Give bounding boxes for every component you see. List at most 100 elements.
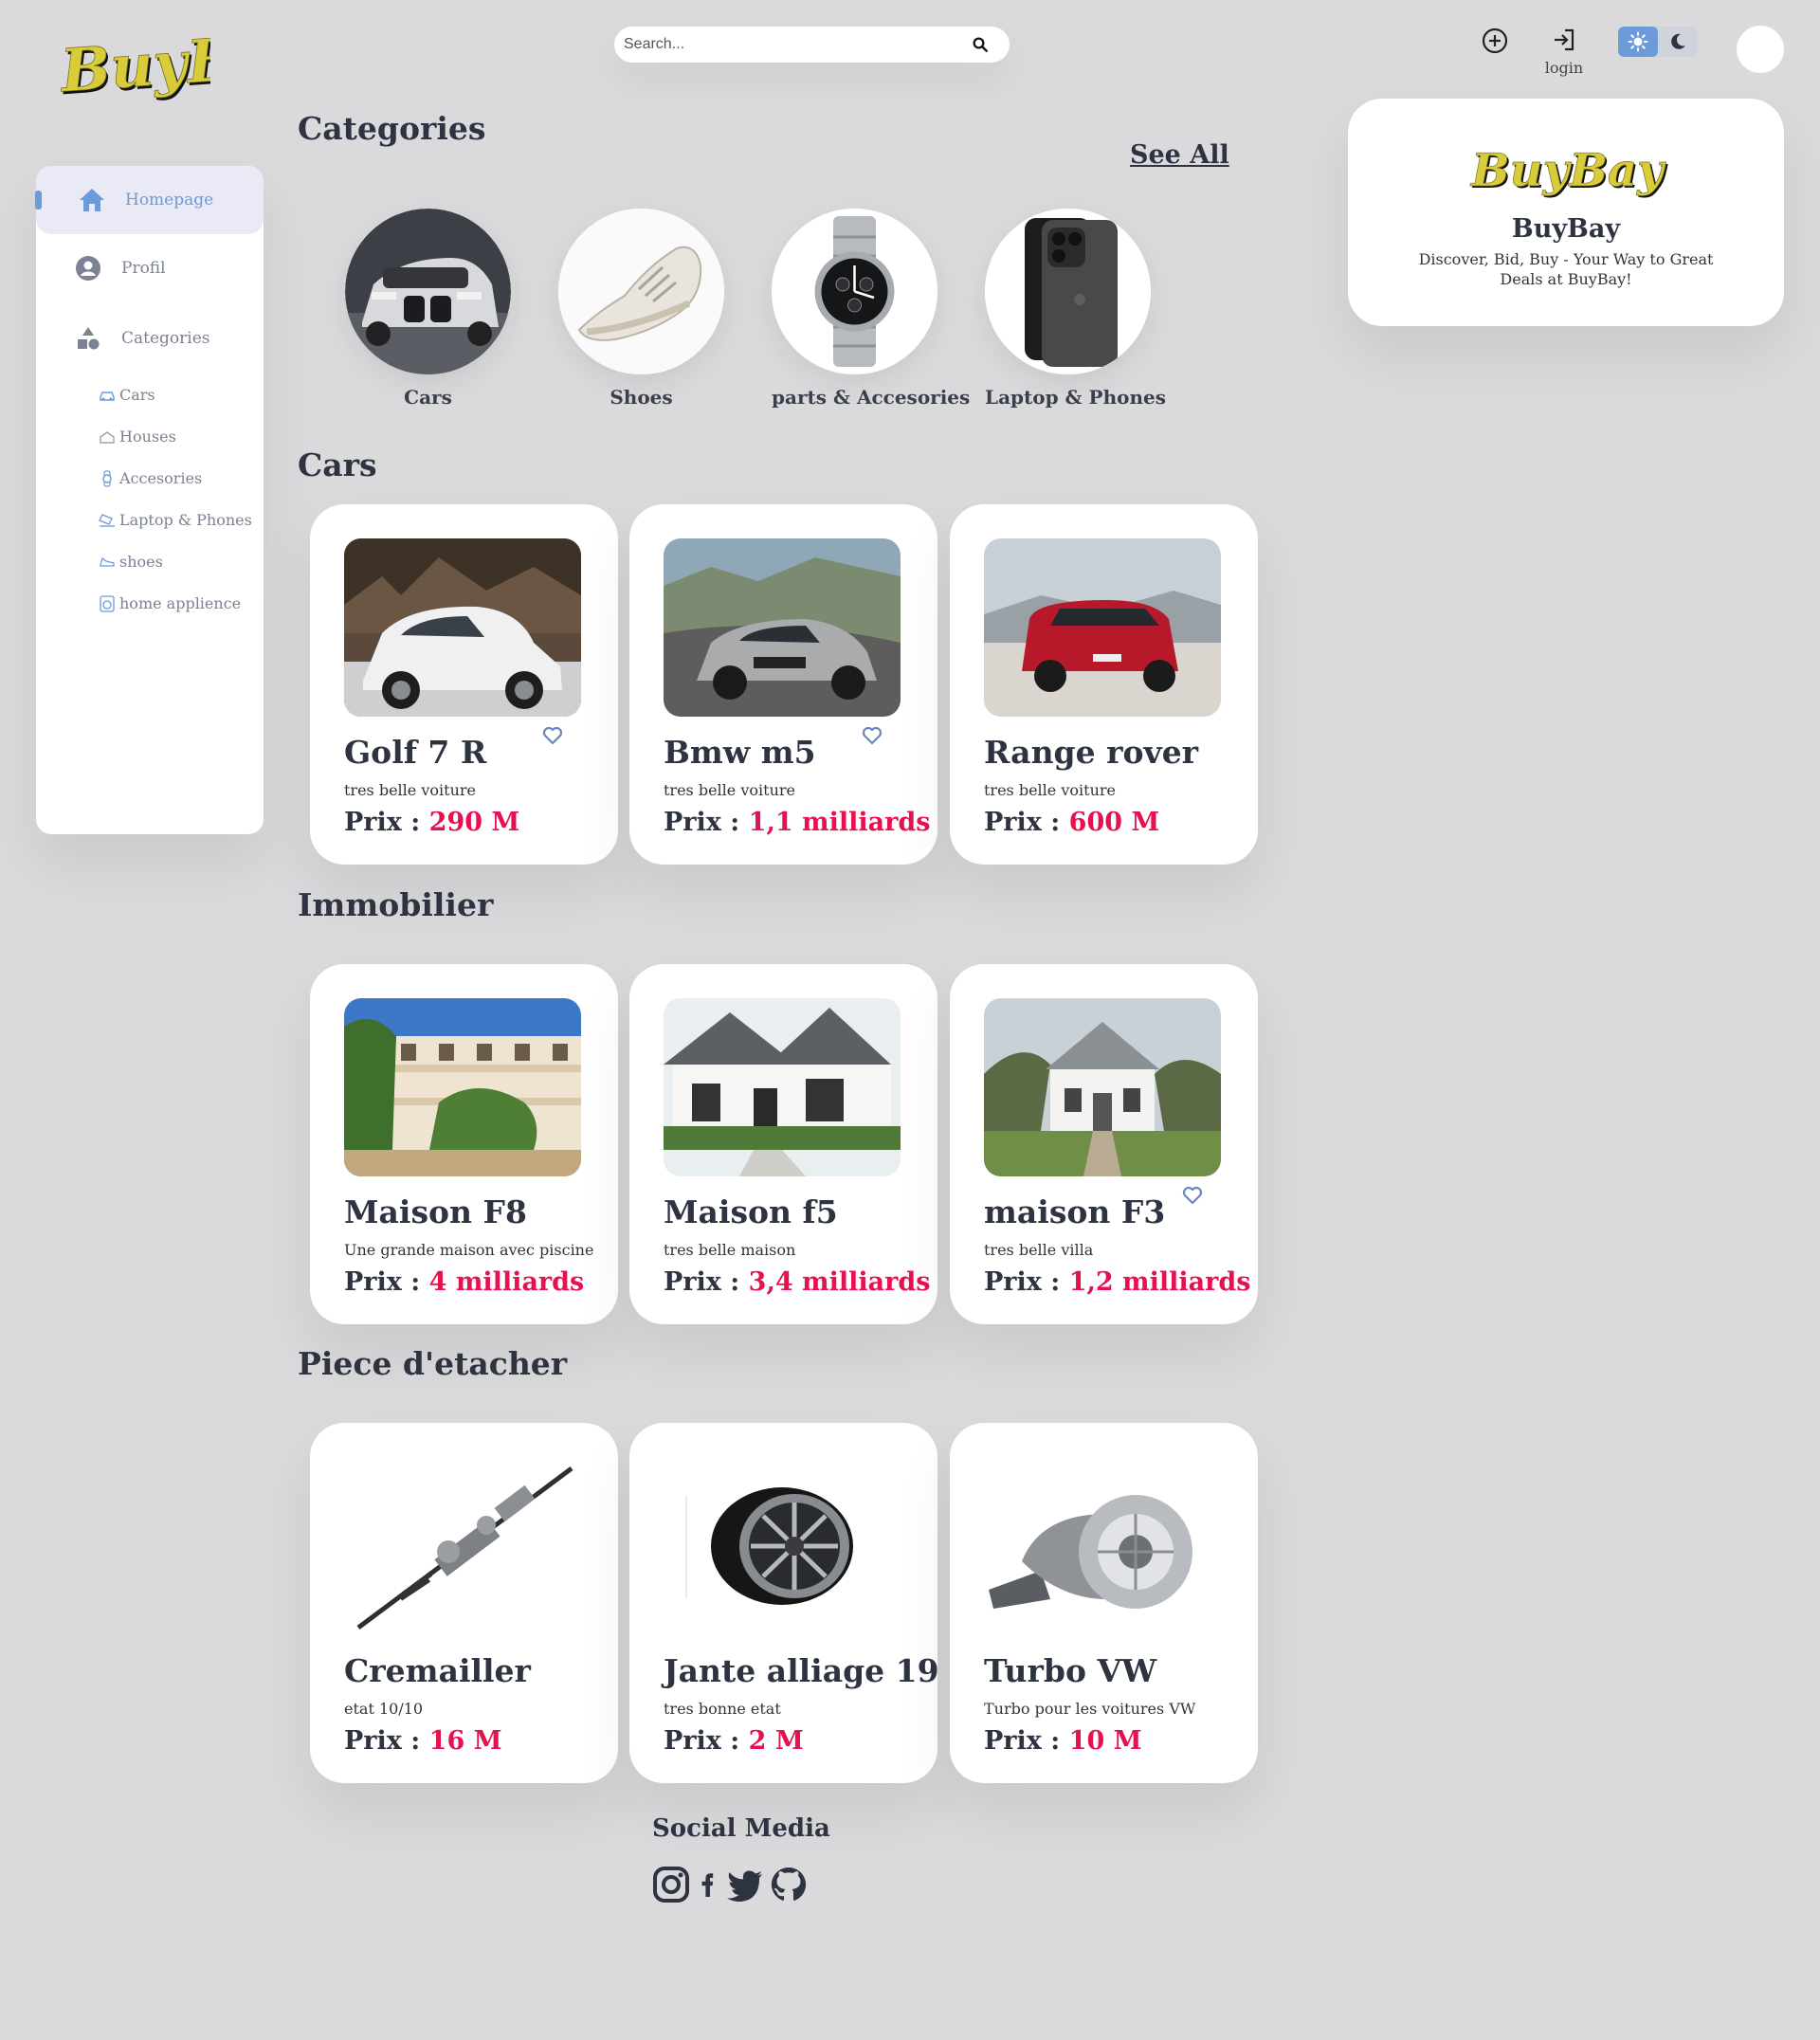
sidebar: Homepage Profil Categories Cars Houses A…	[35, 166, 264, 834]
product-price: Prix : 1,2 milliards	[984, 1267, 1251, 1297]
product-description: tres belle maison	[664, 1241, 796, 1259]
instagram-icon[interactable]	[652, 1866, 690, 1903]
logo[interactable]: BuyBay BuyBay	[56, 13, 317, 118]
product-image	[344, 998, 581, 1176]
sun-icon	[1628, 31, 1648, 52]
product-card[interactable]: Maison F8 Une grande maison avec piscine…	[310, 964, 618, 1324]
price-value: 10 M	[1068, 1726, 1142, 1756]
product-price: Prix : 4 milliards	[344, 1267, 585, 1297]
facebook-icon[interactable]	[696, 1866, 720, 1903]
product-image	[344, 1457, 581, 1635]
avatar[interactable]	[1737, 26, 1784, 73]
product-image	[984, 538, 1221, 717]
shapes-icon	[74, 324, 102, 353]
theme-toggle[interactable]	[1618, 27, 1698, 57]
price-value: 3,4 milliards	[748, 1267, 931, 1297]
product-title: Jante alliage 19	[664, 1652, 939, 1689]
price-value: 1,1 milliards	[748, 808, 931, 837]
search-input[interactable]	[624, 36, 972, 53]
product-card[interactable]: Jante alliage 19 tres bonne etat Prix : …	[629, 1423, 939, 1783]
product-card[interactable]: Turbo VW Turbo pour les voitures VW Prix…	[950, 1423, 1258, 1783]
category-label: parts & Accesories	[772, 386, 971, 409]
category-image	[772, 209, 937, 374]
product-description: tres bonne etat	[664, 1700, 781, 1718]
price-value: 2 M	[748, 1726, 804, 1756]
sidebar-sub-label: Cars	[119, 386, 155, 404]
price-value: 600 M	[1068, 808, 1160, 837]
product-title: Golf 7 R	[344, 734, 487, 771]
product-description: etat 10/10	[344, 1700, 424, 1718]
user-circle-icon	[74, 254, 102, 282]
sidebar-sub-home-applience[interactable]: home applience	[99, 594, 241, 612]
product-card[interactable]: Golf 7 R tres belle voiture Prix : 290 M	[310, 504, 618, 865]
social-media-title: Social Media	[652, 1814, 830, 1843]
category-image	[345, 209, 511, 374]
product-title: Turbo VW	[984, 1652, 1157, 1689]
product-image	[664, 998, 901, 1176]
favorite-heart-icon[interactable]	[541, 724, 564, 747]
product-price: Prix : 10 M	[984, 1726, 1142, 1756]
product-image	[984, 1457, 1221, 1635]
car-icon	[99, 387, 116, 404]
product-title: maison F3	[984, 1193, 1166, 1230]
product-description: Turbo pour les voitures VW	[984, 1700, 1196, 1718]
category-label: Laptop & Phones	[985, 386, 1166, 409]
github-icon[interactable]	[770, 1866, 808, 1903]
brand-tagline: Discover, Bid, Buy - Your Way to Great D…	[1418, 250, 1714, 288]
category-image	[985, 209, 1151, 374]
section-title-pieces: Piece d'etacher	[298, 1345, 568, 1382]
house-icon	[99, 428, 116, 446]
dark-mode-option[interactable]	[1658, 27, 1698, 57]
favorite-heart-icon[interactable]	[1181, 1184, 1204, 1207]
product-card[interactable]: Maison f5 tres belle maison Prix : 3,4 m…	[629, 964, 937, 1324]
sidebar-sub-label: home applience	[119, 594, 242, 612]
product-card[interactable]: Range rover tres belle voiture Prix : 60…	[950, 504, 1258, 865]
product-price: Prix : 3,4 milliards	[664, 1267, 931, 1297]
search-icon[interactable]	[972, 36, 989, 53]
light-mode-option[interactable]	[1618, 27, 1658, 57]
add-listing-icon[interactable]	[1481, 27, 1509, 55]
brand-logo: BuyBay BuyBay	[1469, 144, 1668, 199]
watch-icon	[99, 469, 116, 487]
sidebar-sub-cars[interactable]: Cars	[99, 386, 155, 404]
product-price: Prix : 2 M	[664, 1726, 804, 1756]
home-icon	[78, 186, 106, 214]
category-parts-accesories[interactable]: parts & Accesories	[772, 209, 971, 409]
see-all-link[interactable]: See All	[1130, 140, 1229, 170]
category-shoes[interactable]: Shoes	[558, 209, 724, 409]
product-card[interactable]: Cremailler etat 10/10 Prix : 16 M	[310, 1423, 618, 1783]
sidebar-sub-shoes[interactable]: shoes	[99, 553, 163, 571]
sidebar-item-homepage[interactable]: Homepage	[35, 166, 264, 234]
price-value: 4 milliards	[428, 1267, 585, 1297]
sidebar-sub-accesories[interactable]: Accesories	[99, 469, 202, 487]
svg-text:BuyBay: BuyBay	[1469, 144, 1666, 197]
product-price: Prix : 290 M	[344, 808, 520, 837]
sidebar-item-categories[interactable]: Categories	[36, 304, 264, 373]
login-icon	[1555, 28, 1574, 51]
sidebar-item-profil[interactable]: Profil	[36, 234, 264, 302]
sidebar-sub-laptop-phones[interactable]: Laptop & Phones	[99, 511, 252, 529]
twitter-icon[interactable]	[726, 1866, 764, 1903]
category-laptop-phones[interactable]: Laptop & Phones	[985, 209, 1166, 409]
product-card[interactable]: maison F3 tres belle villa Prix : 1,2 mi…	[950, 964, 1258, 1324]
product-image	[984, 998, 1221, 1176]
category-label: Shoes	[610, 386, 673, 409]
product-image	[664, 538, 901, 717]
login-button[interactable]: login	[1540, 27, 1588, 80]
price-value: 1,2 milliards	[1068, 1267, 1251, 1297]
category-image	[558, 209, 724, 374]
product-card[interactable]: Bmw m5 tres belle voiture Prix : 1,1 mil…	[629, 504, 937, 865]
product-description: tres belle voiture	[664, 781, 795, 799]
product-description: tres belle voiture	[344, 781, 476, 799]
product-image	[664, 1457, 901, 1635]
svg-text:BuyBay: BuyBay	[59, 19, 210, 106]
sidebar-sub-houses[interactable]: Houses	[99, 428, 176, 446]
brand-name: BuyBay	[1511, 214, 1621, 244]
product-title: Maison f5	[664, 1193, 838, 1230]
favorite-heart-icon[interactable]	[861, 724, 883, 747]
product-description: tres belle villa	[984, 1241, 1094, 1259]
price-value: 16 M	[428, 1726, 502, 1756]
sidebar-sub-label: Laptop & Phones	[119, 511, 252, 529]
sidebar-item-label: Categories	[121, 329, 210, 348]
category-cars[interactable]: Cars	[345, 209, 511, 409]
